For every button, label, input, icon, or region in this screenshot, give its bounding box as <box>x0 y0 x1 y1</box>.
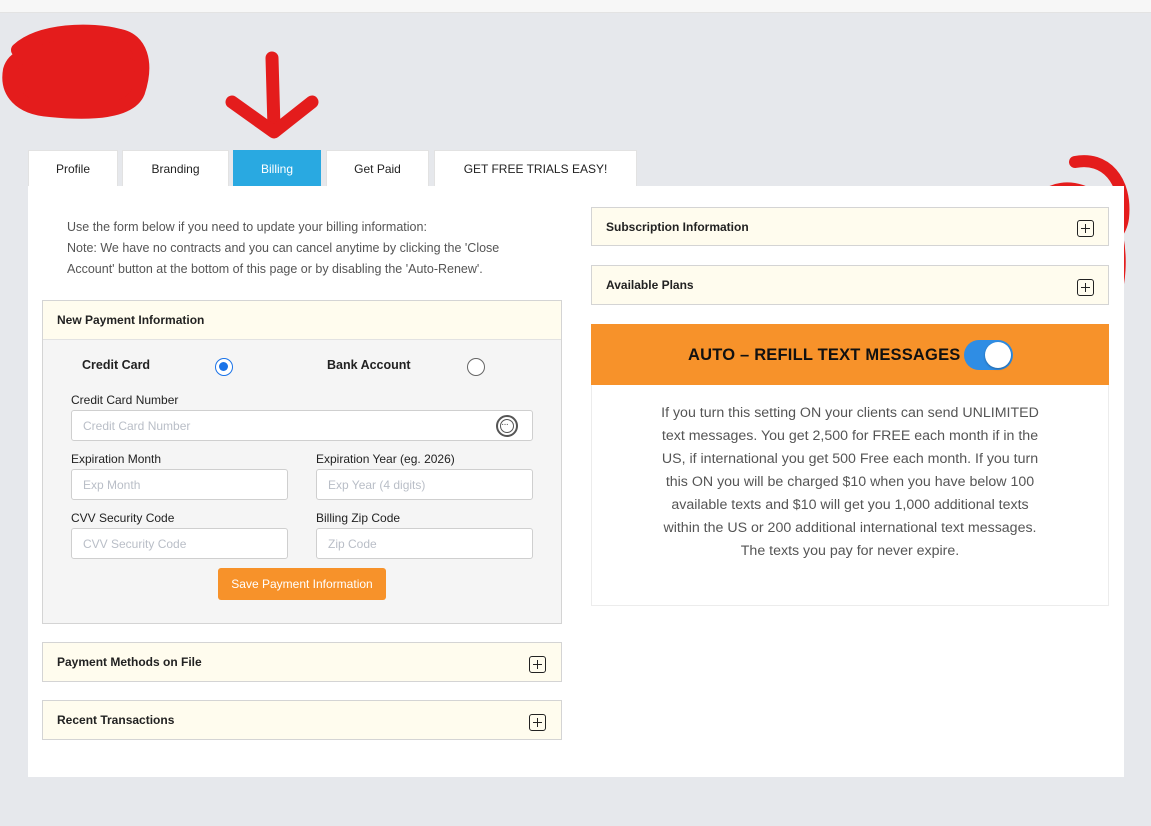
tab-billing[interactable]: Billing <box>233 150 321 187</box>
expand-recent-transactions-icon[interactable] <box>529 714 546 731</box>
billing-intro-text: Use the form below if you need to update… <box>67 220 500 276</box>
exp-year-label: Expiration Year (eg. 2026) <box>316 452 455 466</box>
tab-branding[interactable]: Branding <box>122 150 229 187</box>
card-scan-icon[interactable] <box>496 415 518 437</box>
redaction-scribble <box>2 24 150 119</box>
subscription-accordion[interactable]: Subscription Information <box>591 207 1109 246</box>
zip-label: Billing Zip Code <box>316 511 401 525</box>
tab-get-paid[interactable]: Get Paid <box>326 150 429 187</box>
expand-available-plans-icon[interactable] <box>1077 279 1094 296</box>
credit-card-option-label: Credit Card <box>82 358 151 372</box>
cc-number-input[interactable] <box>71 410 533 441</box>
tab-profile[interactable]: Profile <box>28 150 118 187</box>
new-payment-heading: New Payment Information <box>43 301 561 340</box>
credit-card-radio[interactable] <box>215 358 233 376</box>
auto-refill-toggle[interactable] <box>964 340 1013 370</box>
save-payment-button[interactable]: Save Payment Information <box>218 568 386 600</box>
exp-month-label: Expiration Month <box>71 452 162 466</box>
auto-refill-title: AUTO – REFILL TEXT MESSAGES <box>688 346 961 364</box>
expand-payment-methods-icon[interactable] <box>529 656 546 673</box>
auto-refill-banner: AUTO – REFILL TEXT MESSAGES <box>591 324 1109 385</box>
cvv-input[interactable] <box>71 528 288 559</box>
tab-get-free-trials[interactable]: GET FREE TRIALS EASY! <box>434 150 637 187</box>
expand-subscription-icon[interactable] <box>1077 220 1094 237</box>
zip-input[interactable] <box>316 528 533 559</box>
auto-refill-description: If you turn this setting ON your clients… <box>661 405 1039 559</box>
payment-methods-accordion[interactable]: Payment Methods on File <box>42 642 562 682</box>
bank-account-radio[interactable] <box>467 358 485 376</box>
exp-year-input[interactable] <box>316 469 533 500</box>
bank-account-option-label: Bank Account <box>327 358 411 372</box>
exp-month-input[interactable] <box>71 469 288 500</box>
recent-transactions-accordion[interactable]: Recent Transactions <box>42 700 562 740</box>
browser-top-strip <box>0 0 1151 13</box>
available-plans-accordion[interactable]: Available Plans <box>591 265 1109 305</box>
cc-number-label: Credit Card Number <box>71 393 179 407</box>
cvv-label: CVV Security Code <box>71 511 175 525</box>
red-arrow-annotation <box>225 51 319 139</box>
